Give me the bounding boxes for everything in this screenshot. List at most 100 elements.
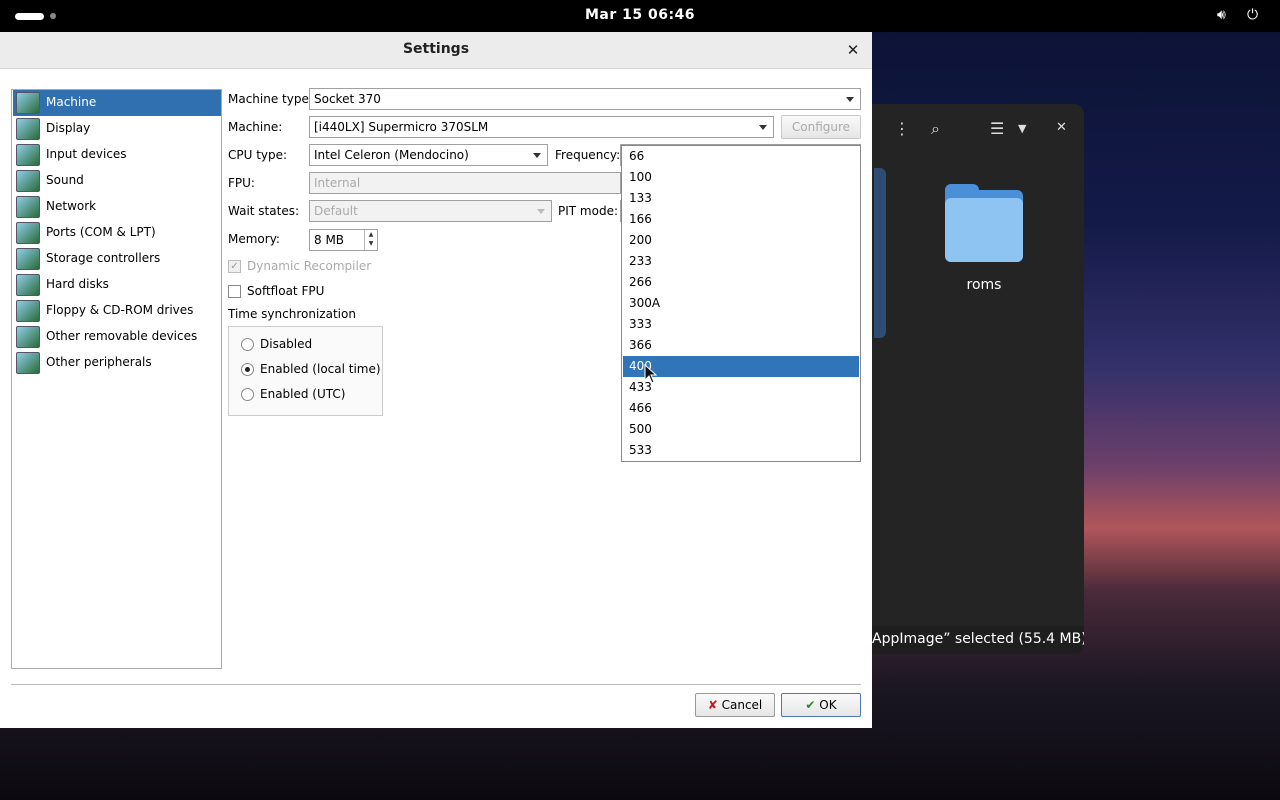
cpu-type-value: Intel Celeron (Mendocino) <box>314 148 469 162</box>
category-storage-controllers[interactable]: Storage controllers <box>13 246 221 272</box>
configure-button[interactable]: Configure <box>781 115 861 139</box>
search-icon[interactable]: ⌕ <box>931 119 940 139</box>
frequency-option[interactable]: 66 <box>623 146 859 167</box>
close-icon[interactable]: ✕ <box>842 41 864 61</box>
category-other-peripherals[interactable]: Other peripherals <box>13 350 221 376</box>
sound-icon <box>16 170 40 192</box>
frequency-option[interactable]: 533 <box>623 440 859 461</box>
ports-icon <box>16 222 40 244</box>
chevron-down-icon[interactable]: ▼ <box>1018 122 1026 135</box>
softfloat-fpu-label: Softfloat FPU <box>247 284 325 298</box>
category-other-removable[interactable]: Other removable devices <box>13 324 221 350</box>
memory-label: Memory: <box>228 232 280 246</box>
clock[interactable]: Mar 15 06:46 <box>0 7 1280 23</box>
volume-icon[interactable]: 🔊︎ <box>1217 7 1226 23</box>
list-view-icon[interactable]: ☰ <box>990 119 1004 138</box>
time-sync-utc-label: Enabled (UTC) <box>260 387 346 401</box>
category-machine[interactable]: Machine <box>13 90 221 116</box>
frequency-dropdown-list[interactable]: 66 100 133 166 200 233 266 300A 333 366 … <box>621 145 861 462</box>
category-ports[interactable]: Ports (COM & LPT) <box>13 220 221 246</box>
folder-name[interactable]: roms <box>945 277 1023 293</box>
network-icon <box>16 196 40 218</box>
frequency-option[interactable]: 366 <box>623 335 859 356</box>
kebab-menu-icon[interactable]: ⋮ <box>894 119 910 138</box>
category-network[interactable]: Network <box>13 194 221 220</box>
ok-button[interactable]: ✔ OK <box>781 693 861 717</box>
machine-label: Machine: <box>228 120 283 134</box>
frequency-option[interactable]: 300A <box>623 293 859 314</box>
frequency-option[interactable]: 433 <box>623 377 859 398</box>
fpu-label: FPU: <box>228 176 255 190</box>
ok-check-icon: ✔ <box>805 698 816 712</box>
storage-icon <box>16 248 40 270</box>
title-bar[interactable]: Settings ✕ <box>0 32 872 69</box>
frequency-option-selected[interactable]: 400 <box>623 356 859 377</box>
machine-select[interactable]: [i440LX] Supermicro 370SLM <box>309 116 774 138</box>
frequency-option[interactable]: 200 <box>623 230 859 251</box>
chevron-down-icon <box>533 153 541 158</box>
category-sound[interactable]: Sound <box>13 168 221 194</box>
category-input-devices[interactable]: Input devices <box>13 142 221 168</box>
chevron-down-icon <box>537 209 545 214</box>
hard-disk-icon <box>16 274 40 296</box>
frequency-option[interactable]: 333 <box>623 314 859 335</box>
frequency-option[interactable]: 466 <box>623 398 859 419</box>
top-bar: Mar 15 06:46 🔊︎ ⏻ <box>0 0 1280 32</box>
memory-value: 8 MB <box>314 233 345 247</box>
category-display[interactable]: Display <box>13 116 221 142</box>
peripherals-icon <box>16 352 40 374</box>
display-icon <box>16 118 40 140</box>
close-icon[interactable]: ✕ <box>1056 120 1067 135</box>
frequency-label: Frequency: <box>555 148 621 162</box>
frequency-option[interactable]: 266 <box>623 272 859 293</box>
category-label: Floppy & CD-ROM drives <box>46 303 194 317</box>
wait-states-select[interactable]: Default <box>309 200 552 222</box>
category-label: Machine <box>46 95 97 109</box>
selection-status: AppImage” selected (55.4 MB) <box>860 626 1084 654</box>
category-label: Sound <box>46 173 84 187</box>
time-sync-group: Disabled Enabled (local time) Enabled (U… <box>228 326 383 416</box>
frequency-option[interactable]: 133 <box>623 188 859 209</box>
folder-icon[interactable] <box>945 184 1023 262</box>
time-sync-utc-radio[interactable] <box>241 388 254 401</box>
power-icon[interactable]: ⏻ <box>1247 7 1258 23</box>
fpu-value: Internal <box>314 176 361 190</box>
frequency-option[interactable]: 100 <box>623 167 859 188</box>
time-sync-disabled-label: Disabled <box>260 337 313 351</box>
category-label: Hard disks <box>46 277 109 291</box>
time-sync-local-radio[interactable] <box>241 363 254 376</box>
frequency-option[interactable]: 233 <box>623 251 859 272</box>
category-list[interactable]: Machine Display Input devices Sound Netw… <box>11 89 222 669</box>
softfloat-fpu-checkbox[interactable] <box>228 285 241 298</box>
machine-type-select[interactable]: Socket 370 <box>309 88 861 110</box>
cpu-type-select[interactable]: Intel Celeron (Mendocino) <box>309 144 548 166</box>
machine-value: [i440LX] Supermicro 370SLM <box>314 120 489 134</box>
sidebar-edge <box>874 168 886 338</box>
category-label: Storage controllers <box>46 251 161 265</box>
category-floppy-cdrom[interactable]: Floppy & CD-ROM drives <box>13 298 221 324</box>
wait-states-label: Wait states: <box>228 204 299 218</box>
ok-label: OK <box>819 698 837 712</box>
dynamic-recompiler-checkbox[interactable]: ✓ <box>228 260 241 273</box>
frequency-option[interactable]: 166 <box>623 209 859 230</box>
spin-arrows-icon[interactable]: ▲ ▼ <box>364 230 377 250</box>
time-sync-local-label: Enabled (local time) <box>260 362 381 376</box>
removable-device-icon <box>16 326 40 348</box>
mouse-cursor-icon <box>644 364 658 384</box>
chevron-down-icon <box>846 97 854 102</box>
time-sync-disabled-radio[interactable] <box>241 338 254 351</box>
dynamic-recompiler-label: Dynamic Recompiler <box>247 259 372 273</box>
cancel-button[interactable]: ✘ Cancel <box>695 693 775 717</box>
category-hard-disks[interactable]: Hard disks <box>13 272 221 298</box>
time-sync-label: Time synchronization <box>228 307 356 321</box>
cancel-x-icon: ✘ <box>707 698 718 712</box>
machine-type-value: Socket 370 <box>314 92 381 106</box>
dialog-title: Settings <box>402 41 470 57</box>
category-label: Ports (COM & LPT) <box>46 225 156 239</box>
machine-icon <box>16 92 40 114</box>
chevron-down-icon <box>759 125 767 130</box>
floppy-cdrom-icon <box>16 300 40 322</box>
fpu-select[interactable]: Internal <box>309 172 621 194</box>
memory-spinbox[interactable]: 8 MB ▲ ▼ <box>309 229 378 251</box>
frequency-option[interactable]: 500 <box>623 419 859 440</box>
